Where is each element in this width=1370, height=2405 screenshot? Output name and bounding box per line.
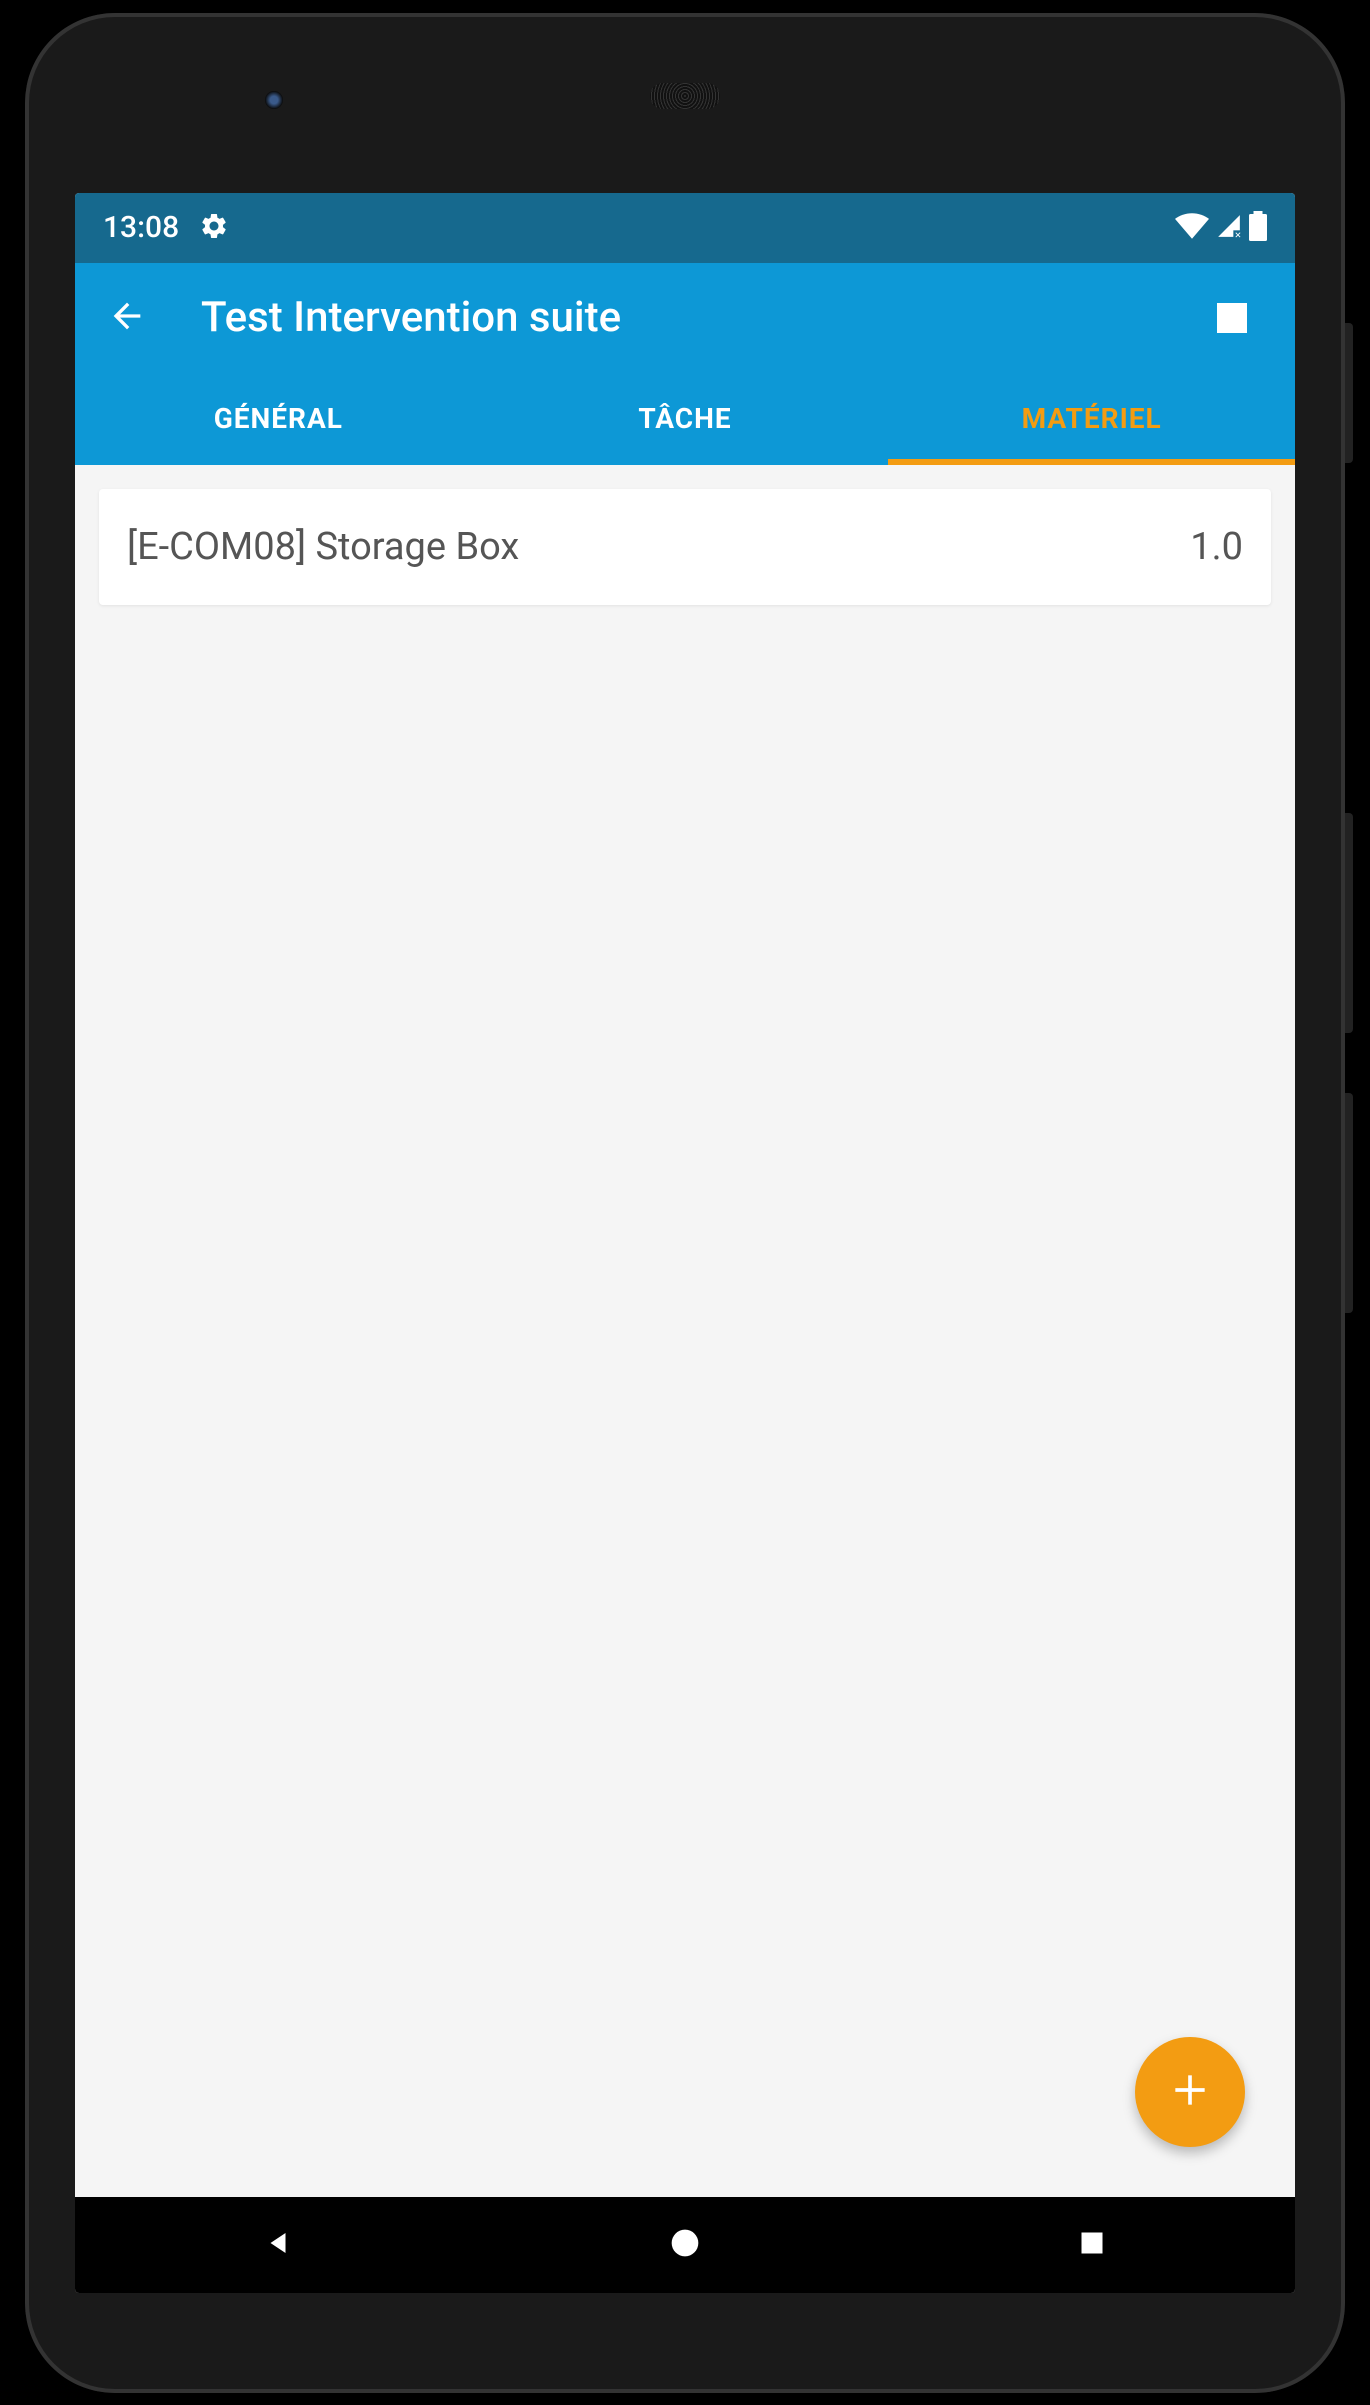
signal-icon: ✕ (1215, 213, 1243, 243)
status-left: 13:08 (103, 210, 229, 245)
svg-text:✕: ✕ (1234, 230, 1241, 238)
plus-icon (1168, 2068, 1212, 2116)
add-material-button[interactable] (1135, 2037, 1245, 2147)
screen: 13:08 ✕ (75, 193, 1295, 2293)
status-right: ✕ (1175, 211, 1267, 245)
phone-volume-down (1345, 1093, 1353, 1313)
circle-home-icon (669, 2227, 701, 2263)
status-time: 13:08 (103, 210, 179, 245)
phone-frame: 13:08 ✕ (25, 13, 1345, 2393)
material-list-item[interactable]: [E-COM08] Storage Box 1.0 (99, 489, 1271, 605)
wifi-icon (1175, 213, 1209, 243)
phone-speaker (650, 83, 720, 109)
content-area: [E-COM08] Storage Box 1.0 (75, 465, 1295, 2197)
battery-icon (1249, 211, 1267, 245)
tab-general[interactable]: GÉNÉRAL (75, 373, 482, 465)
tabs: GÉNÉRAL TÂCHE MATÉRIEL (75, 373, 1295, 465)
tab-materiel[interactable]: MATÉRIEL (888, 373, 1295, 465)
phone-volume-up (1345, 813, 1353, 1033)
stop-button[interactable] (1217, 303, 1247, 333)
nav-home-button[interactable] (665, 2225, 705, 2265)
status-bar: 13:08 ✕ (75, 193, 1295, 263)
nav-back-button[interactable] (258, 2225, 298, 2265)
gear-icon (199, 211, 229, 245)
phone-power-button (1345, 323, 1353, 463)
page-title: Test Intervention suite (201, 293, 1217, 342)
material-name: [E-COM08] Storage Box (127, 525, 519, 569)
back-button[interactable] (103, 294, 151, 342)
square-recents-icon (1078, 2229, 1106, 2261)
triangle-back-icon (263, 2228, 293, 2262)
phone-camera (265, 91, 283, 109)
tab-tache[interactable]: TÂCHE (482, 373, 889, 465)
android-nav-bar (75, 2197, 1295, 2293)
material-quantity: 1.0 (1190, 525, 1243, 569)
app-bar: Test Intervention suite (75, 263, 1295, 373)
arrow-back-icon (107, 296, 147, 340)
nav-recents-button[interactable] (1072, 2225, 1112, 2265)
